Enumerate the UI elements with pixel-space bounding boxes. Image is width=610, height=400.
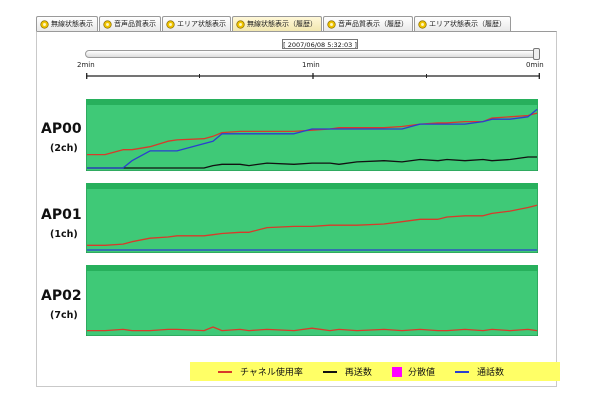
- legend-label: 通話数: [476, 368, 504, 378]
- tab-radio-status-history[interactable]: 無線状態表示（履歴）: [232, 16, 322, 31]
- tab-label: 音声品質表示（履歴）: [338, 20, 408, 28]
- gear-icon: [236, 19, 245, 29]
- gear-icon: [166, 19, 175, 29]
- gear-icon: [418, 19, 427, 29]
- tab-radio-status[interactable]: 無線状態表示: [36, 16, 98, 31]
- time-label-center: 1min: [302, 61, 320, 69]
- tab-area-status-history[interactable]: エリア状態表示（履歴）: [414, 16, 511, 31]
- ap-channel: (7ch): [50, 310, 78, 321]
- legend-item: 分散値: [391, 365, 435, 378]
- ap02-chart: [86, 265, 538, 336]
- ap-channel: (2ch): [50, 143, 78, 154]
- ap01-chart: [86, 183, 538, 253]
- plot-area: [86, 183, 538, 253]
- gear-icon: [40, 19, 49, 29]
- legend-item: チャネル使用率: [218, 365, 303, 378]
- chart-legend: チャネル使用率 再送数 分散値 通話数: [190, 362, 560, 381]
- legend-label: 分散値: [407, 368, 435, 378]
- tab-label: 無線状態表示（履歴）: [247, 20, 317, 28]
- time-axis: [86, 73, 540, 79]
- tab-label: エリア状態表示: [177, 20, 226, 28]
- tab-area-status[interactable]: エリア状態表示: [162, 16, 231, 31]
- tab-voice-quality[interactable]: 音声品質表示: [99, 16, 161, 31]
- plot-top-band: [86, 183, 538, 189]
- gear-icon: [103, 19, 112, 29]
- ap-label: AP00 (2ch): [41, 121, 82, 154]
- legend-swatch: [454, 370, 469, 373]
- ap00-chart: [86, 99, 538, 171]
- tab-label: エリア状態表示（履歴）: [429, 20, 506, 28]
- legend-swatch: [391, 366, 402, 377]
- plot-area: [86, 265, 538, 336]
- ap-label: AP01 (1ch): [41, 207, 82, 240]
- legend-label: 再送数: [344, 368, 372, 378]
- ap-name: AP02: [41, 288, 82, 304]
- ap-name: AP00: [41, 121, 82, 137]
- legend-item: 再送数: [322, 365, 372, 378]
- legend-swatch: [322, 370, 337, 373]
- tab-label: 無線状態表示: [51, 20, 93, 28]
- tab-label: 音声品質表示: [114, 20, 156, 28]
- plot-top-band: [86, 265, 538, 271]
- time-label-right: 0min: [526, 61, 544, 69]
- plot-top-band: [86, 99, 538, 105]
- time-slider[interactable]: [85, 48, 540, 60]
- ap-channel: (1ch): [50, 229, 78, 240]
- slider-thumb[interactable]: [533, 48, 540, 60]
- legend-item: 通話数: [454, 365, 504, 378]
- legend-swatch: [218, 370, 232, 373]
- legend-label: チャネル使用率: [240, 368, 303, 378]
- tab-bar: 無線状態表示 音声品質表示 エリア状態表示 無線状態表示（履歴） 音声品質表示（…: [36, 16, 557, 32]
- ap-label: AP02 (7ch): [41, 288, 82, 321]
- gear-icon: [327, 19, 336, 29]
- timestamp-display: [ 2007/06/08 5:32:03 ]: [282, 39, 358, 49]
- time-label-left: 2min: [77, 61, 95, 69]
- tab-voice-quality-history[interactable]: 音声品質表示（履歴）: [323, 16, 413, 31]
- ap-name: AP01: [41, 207, 82, 223]
